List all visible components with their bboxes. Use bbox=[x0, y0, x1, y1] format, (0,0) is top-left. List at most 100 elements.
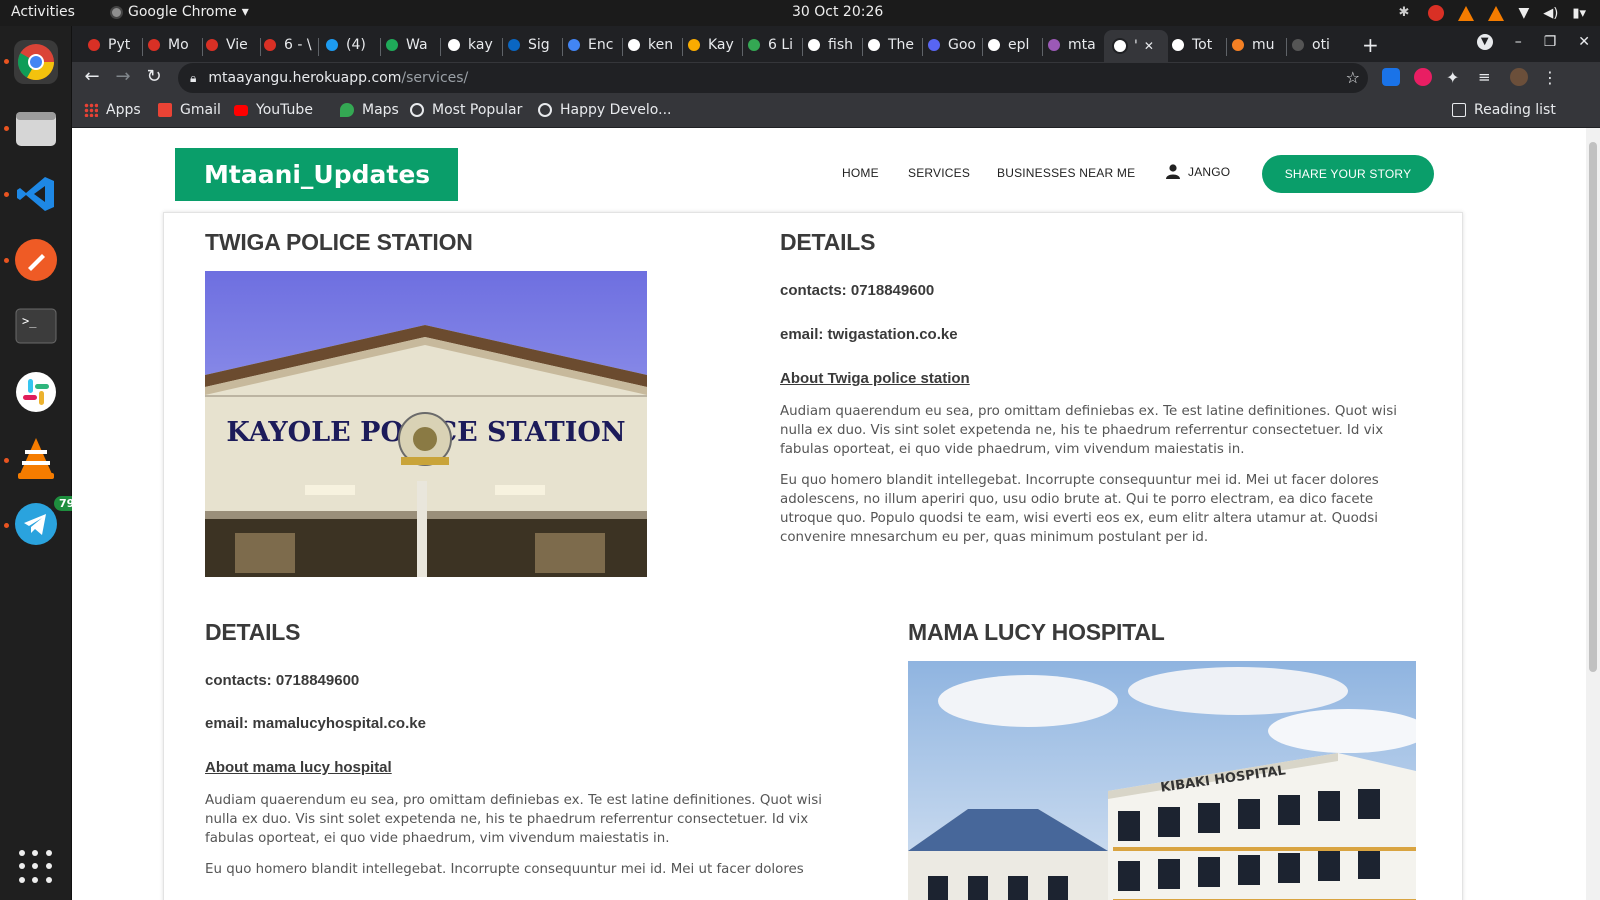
address-bar[interactable]: 🔒︎ mtaayangu.herokuapp.com/services/ ☆ bbox=[178, 63, 1368, 93]
tab[interactable]: Pyt bbox=[86, 32, 138, 58]
app-menu[interactable]: Google Chrome ▾ bbox=[110, 4, 249, 20]
tab-separator bbox=[922, 38, 923, 56]
tab-label: Kay bbox=[708, 37, 734, 53]
tab[interactable]: 6 Li bbox=[746, 32, 798, 58]
reading-list-button[interactable]: Reading list bbox=[1452, 102, 1556, 118]
chrome-icon bbox=[110, 5, 123, 19]
profile-avatar[interactable] bbox=[1510, 68, 1528, 86]
services-card: TWIGA POLICE STATION KAYOLE POLICE STATI… bbox=[163, 212, 1463, 900]
tab[interactable]: mu bbox=[1230, 32, 1282, 58]
bookmark-item[interactable]: Happy Develo... bbox=[538, 102, 671, 118]
vlc-dock-icon[interactable] bbox=[14, 436, 58, 480]
tab[interactable]: Vie bbox=[204, 32, 256, 58]
tab[interactable]: mta bbox=[1046, 32, 1098, 58]
extension-icon[interactable] bbox=[1414, 68, 1432, 86]
close-icon[interactable]: ✕ bbox=[1578, 34, 1590, 50]
tab-label: Goo bbox=[948, 37, 976, 53]
show-applications-icon[interactable] bbox=[19, 850, 53, 884]
tab[interactable]: Kay bbox=[686, 32, 738, 58]
page-scrollbar[interactable] bbox=[1586, 128, 1600, 900]
tab[interactable]: 6 - \ bbox=[262, 32, 314, 58]
tab[interactable]: (4) bbox=[324, 32, 376, 58]
postman-dock-icon[interactable] bbox=[14, 238, 58, 282]
share-your-story-button[interactable]: SHARE YOUR STORY bbox=[1262, 155, 1434, 193]
tab[interactable]: kay bbox=[446, 32, 498, 58]
tab-search-icon[interactable]: ▼ bbox=[1476, 34, 1493, 50]
menu-kebab-icon[interactable]: ⋮ bbox=[1542, 68, 1560, 87]
tab-separator bbox=[202, 38, 203, 56]
telegram-dock-icon[interactable]: 79 bbox=[14, 496, 80, 546]
media-control-icon[interactable]: ≡ bbox=[1478, 68, 1496, 86]
nav-services[interactable]: SERVICES bbox=[908, 166, 970, 180]
bookmark-item[interactable]: Most Popular bbox=[410, 102, 522, 118]
page-viewport: Mtaani_Updates HOME SERVICES BUSINESSES … bbox=[72, 128, 1600, 900]
running-indicator bbox=[4, 192, 9, 197]
nav-home[interactable]: HOME bbox=[842, 166, 879, 180]
bookmark-item[interactable]: Maps bbox=[340, 102, 399, 118]
bookmark-item[interactable]: Gmail bbox=[158, 102, 221, 118]
tab[interactable]: Sig bbox=[506, 32, 558, 58]
bookmark-label: Happy Develo... bbox=[560, 102, 672, 118]
scrollbar-thumb[interactable] bbox=[1589, 142, 1597, 672]
tab-favicon-icon bbox=[446, 37, 462, 53]
volume-icon[interactable]: ◀) bbox=[1543, 6, 1558, 21]
tab[interactable]: The bbox=[866, 32, 918, 58]
tab[interactable]: Enc bbox=[566, 32, 618, 58]
files-dock-icon[interactable] bbox=[14, 106, 58, 150]
slack-tray-icon[interactable]: ✱ bbox=[1398, 5, 1414, 21]
about-link[interactable]: About mama lucy hospital bbox=[205, 759, 392, 776]
vlc-tray-icon[interactable] bbox=[1488, 5, 1505, 21]
app-menu-label: Google Chrome bbox=[128, 4, 237, 20]
tab-favicon-icon bbox=[384, 37, 400, 53]
minimize-icon[interactable]: – bbox=[1515, 34, 1522, 50]
slack-dock-icon[interactable] bbox=[14, 370, 58, 414]
new-tab-button[interactable]: + bbox=[1362, 33, 1379, 57]
extension-icon[interactable] bbox=[1382, 68, 1400, 86]
vscode-dock-icon[interactable] bbox=[14, 172, 58, 216]
tab-favicon-icon bbox=[566, 37, 582, 53]
tab-favicon-icon bbox=[926, 37, 942, 53]
site-brand[interactable]: Mtaani_Updates bbox=[175, 148, 458, 201]
maximize-icon[interactable]: ❐ bbox=[1544, 34, 1557, 50]
tab-separator bbox=[1286, 38, 1287, 56]
about-link[interactable]: About Twiga police station bbox=[780, 370, 970, 387]
tab[interactable]: Wa bbox=[384, 32, 436, 58]
battery-icon[interactable]: ▮▾ bbox=[1572, 6, 1586, 21]
close-tab-icon[interactable]: ✕ bbox=[1144, 39, 1154, 53]
chrome-window: Pyt Mo Vie 6 - \ (4) Wa kay Sig Enc ken Kay 6 Li fis… bbox=[72, 26, 1600, 900]
terminal-dock-icon[interactable]: >_ bbox=[14, 304, 58, 348]
tab-separator bbox=[682, 38, 683, 56]
back-icon[interactable]: ← bbox=[80, 66, 104, 87]
tab[interactable]: fish bbox=[806, 32, 858, 58]
tab-favicon-icon bbox=[1230, 37, 1246, 53]
chrome-dock-icon[interactable] bbox=[14, 40, 58, 84]
system-tray[interactable]: ✱ ▼ ◀) ▮▾ bbox=[1398, 5, 1586, 21]
tab[interactable]: Mo bbox=[146, 32, 198, 58]
tab-favicon-icon bbox=[1046, 37, 1062, 53]
hospital-photo: KIBAKI HOSPITAL bbox=[908, 661, 1416, 900]
tab[interactable]: Tot bbox=[1170, 32, 1222, 58]
reload-icon[interactable]: ↻ bbox=[142, 66, 166, 87]
clock[interactable]: 30 Oct 20:26 bbox=[792, 4, 883, 20]
vlc-tray-icon[interactable] bbox=[1458, 5, 1475, 21]
bookmark-star-icon[interactable]: ☆ bbox=[1346, 68, 1360, 87]
tab-active[interactable]: ' ✕ bbox=[1104, 30, 1168, 62]
svg-text:>_: >_ bbox=[22, 314, 37, 328]
wifi-icon[interactable]: ▼ bbox=[1518, 5, 1529, 21]
forward-icon[interactable]: → bbox=[111, 66, 135, 87]
nav-businesses[interactable]: BUSINESSES NEAR ME bbox=[997, 166, 1135, 180]
tab[interactable]: ken bbox=[626, 32, 678, 58]
puzzle-icon[interactable]: ✦ bbox=[1446, 68, 1464, 87]
tab-separator bbox=[1042, 38, 1043, 56]
chrome-tray-icon[interactable] bbox=[1428, 5, 1445, 21]
tab[interactable]: oti bbox=[1290, 32, 1342, 58]
tab[interactable]: epl bbox=[986, 32, 1038, 58]
tab-label: kay bbox=[468, 37, 493, 53]
tab[interactable]: Goo bbox=[926, 32, 978, 58]
activities-button[interactable]: Activities bbox=[11, 4, 75, 20]
nav-user[interactable]: JANGO bbox=[1166, 164, 1230, 179]
tab-label: The bbox=[888, 37, 915, 53]
bookmark-item[interactable]: YouTube bbox=[234, 102, 313, 118]
bookmark-item[interactable]: Apps bbox=[84, 102, 141, 118]
tab-favicon-icon bbox=[262, 37, 278, 53]
